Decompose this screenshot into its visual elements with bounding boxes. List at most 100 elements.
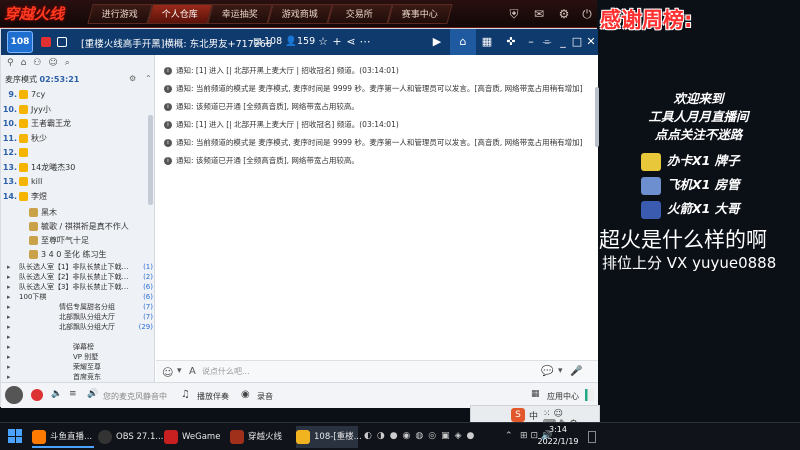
channel-name: 情侣专属甜名分组 xyxy=(59,303,115,311)
overlay-room: 工具人月月直播间 xyxy=(648,109,749,124)
queue-name: kill xyxy=(31,177,43,186)
notification-icon[interactable] xyxy=(588,431,596,443)
mic-icon[interactable]: 🎤 xyxy=(570,366,582,377)
gift-row: 飞机X1 房管 xyxy=(641,174,740,195)
chat-bubble-icon[interactable]: 💬 xyxy=(541,366,553,377)
member-row[interactable]: 黑木 xyxy=(1,206,154,220)
avatar xyxy=(29,236,38,245)
overlay-contact: 排位上分 VX yuyue0888 xyxy=(602,254,777,272)
channel-row[interactable]: ▸ 100下棋 (6) xyxy=(1,292,154,302)
taskbar-item[interactable]: 斗鱼直播... xyxy=(32,426,94,448)
sidebar-toolbar[interactable]: ⚲⌂⚇☺⌕ xyxy=(7,58,77,68)
tab-start-game[interactable]: 进行游戏 xyxy=(87,4,153,24)
restore-icon[interactable]: ⌯ xyxy=(539,34,555,50)
equalizer-icon[interactable]: ≡ xyxy=(69,389,77,399)
douyu-icon xyxy=(32,429,46,444)
queue-row[interactable]: 14. 李煜 xyxy=(1,190,154,204)
channel-row[interactable]: ▸ VP 别墅 xyxy=(1,352,154,362)
mic-muted-icon[interactable] xyxy=(31,389,43,401)
channel-name: 队长选人室【2】非队长禁止下戟… xyxy=(19,273,129,281)
tab-lucky-draw[interactable]: 幸运抽奖 xyxy=(207,4,273,24)
apps-icon[interactable]: ▦ xyxy=(531,389,540,399)
channel-row[interactable]: ▸ 北部飘队分组大厅 (7) xyxy=(1,312,154,322)
home-button[interactable]: ⌂ xyxy=(450,29,476,55)
channel-row[interactable]: ▸ 队长选人室【3】非队长禁止下戟… (6) xyxy=(1,282,154,292)
taskbar-item[interactable]: 穿越火线 xyxy=(230,426,292,448)
channel-name: 北部飘队分组大厅 xyxy=(59,323,115,331)
clock-time[interactable]: 3:14 xyxy=(533,425,583,434)
pinned-icons[interactable]: ◐◑●◉◍◎▣◈● xyxy=(364,431,479,441)
member-row[interactable]: 至尊吓气十足 xyxy=(1,234,154,248)
channel-row[interactable]: ▸ 北部飘队分组大厅 (29) xyxy=(1,322,154,332)
expand-icon: ▸ xyxy=(7,353,11,361)
user-icon: 👤 xyxy=(285,36,297,47)
taskbar-item[interactable]: WeGame xyxy=(164,426,226,448)
volume-icon[interactable]: 🔈 xyxy=(51,389,62,399)
video-icon[interactable]: ▶ xyxy=(429,34,445,50)
dropdown-icon[interactable]: ▾ xyxy=(558,366,563,376)
channel-row[interactable]: ▸ 队长选人室【2】非队长禁止下戟… (2) xyxy=(1,272,154,282)
channel-row[interactable]: ▸ 首席竞东 xyxy=(1,372,154,382)
play-accompaniment[interactable]: 播放伴奏 xyxy=(197,391,229,402)
count-b: 159 xyxy=(297,36,316,47)
channel-row[interactable]: ▸ 情侣专属甜名分组 (7) xyxy=(1,302,154,312)
queue-row[interactable]: 12. xyxy=(1,146,154,160)
close-icon[interactable]: ✕ xyxy=(583,34,599,50)
chat-message: i 通知: 当前频道的模式是 麦序模式, 麦序时间是 9999 秒。麦序第一人和管… xyxy=(164,137,583,149)
queue-row[interactable]: 9. 7cy xyxy=(1,88,154,102)
channel-row[interactable]: ▸ xyxy=(1,332,154,342)
app-center[interactable]: 应用中心 xyxy=(547,391,579,402)
gamepad-icon[interactable]: ✜ xyxy=(503,34,519,50)
queue-row[interactable]: 10. Jyy小 xyxy=(1,103,154,117)
chevron-down-icon[interactable]: ▾ xyxy=(177,366,182,376)
taskbar-item[interactable]: 108-[重楼... xyxy=(296,426,362,448)
more-icon[interactable]: ⋯ xyxy=(357,34,373,50)
mail-icon[interactable]: ✉ xyxy=(530,5,548,23)
avatar[interactable] xyxy=(5,386,23,404)
shield-icon[interactable]: ⛨ xyxy=(505,5,523,23)
chat-input[interactable]: 说点什么吧... xyxy=(202,364,532,380)
ime-language[interactable]: 中 xyxy=(529,409,538,422)
queue-mode: 麦序模式 02:53:21 xyxy=(5,75,80,84)
crown-icon xyxy=(19,148,28,157)
doc-icon: ▤ xyxy=(253,36,262,47)
member-row[interactable]: 毓歌 / 祺祺祈是真不作人 xyxy=(1,220,154,234)
gear-icon[interactable]: ⚙ xyxy=(129,74,136,83)
ime-icon[interactable]: S xyxy=(511,408,525,422)
channel-row[interactable]: ▸ 队长选人室【1】非队长禁止下戟… (1) xyxy=(1,262,154,272)
channel-row[interactable]: ▸ 弹幕榜 xyxy=(1,342,154,352)
taskbar-item[interactable]: OBS 27.1... xyxy=(98,426,164,448)
clock-date[interactable]: 2022/1/19 xyxy=(533,437,583,446)
tray-expand-icon[interactable]: ⌃ xyxy=(505,431,513,441)
speaker-icon[interactable]: 🔊 xyxy=(87,389,98,399)
chevron-up-icon[interactable]: ⌃ xyxy=(145,74,152,83)
tab-exchange[interactable]: 交易所 xyxy=(327,4,393,24)
channel-count: (7) xyxy=(143,303,153,311)
font-icon[interactable]: A xyxy=(189,366,196,377)
queue-name: Jyy小 xyxy=(31,104,51,114)
list-icon[interactable]: ▦ xyxy=(479,34,495,50)
windows-start-icon[interactable] xyxy=(8,429,22,443)
settings-icon[interactable]: ⚙ xyxy=(555,5,573,23)
tab-warehouse[interactable]: 个人仓库 xyxy=(147,4,213,24)
member-row[interactable]: 3 4 0 圣化 练习生 xyxy=(1,248,154,262)
sidebar-scrollbar[interactable] xyxy=(148,115,153,205)
record-icon[interactable]: ◉ xyxy=(241,389,250,400)
expand-icon: ▸ xyxy=(7,333,11,341)
queue-row[interactable]: 11. 秋少 xyxy=(1,132,154,146)
tab-events[interactable]: 赛事中心 xyxy=(387,4,453,24)
emoji-icon[interactable]: ☺ xyxy=(162,366,173,379)
queue-row[interactable]: 13. kill xyxy=(1,175,154,189)
music-icon[interactable]: ♫ xyxy=(181,389,190,400)
info-icon: i xyxy=(164,67,172,75)
queue-row[interactable]: 13. 14龙曦杰30 xyxy=(1,161,154,175)
tab-shop[interactable]: 游戏商城 xyxy=(267,4,333,24)
minimize-icon[interactable]: – xyxy=(523,34,539,50)
overlay-caption: 超火是什么样的啊 xyxy=(599,228,767,252)
record-button[interactable]: 录音 xyxy=(257,391,273,402)
chat-scrollbar[interactable] xyxy=(595,87,599,147)
power-icon[interactable]: ⏻ xyxy=(578,5,596,23)
queue-row[interactable]: 10. 王者霸王龙 xyxy=(1,117,154,131)
channel-row[interactable]: ▸ 荣耀至尊 xyxy=(1,362,154,372)
overlay-welcome: 欢迎来到 xyxy=(673,91,724,106)
